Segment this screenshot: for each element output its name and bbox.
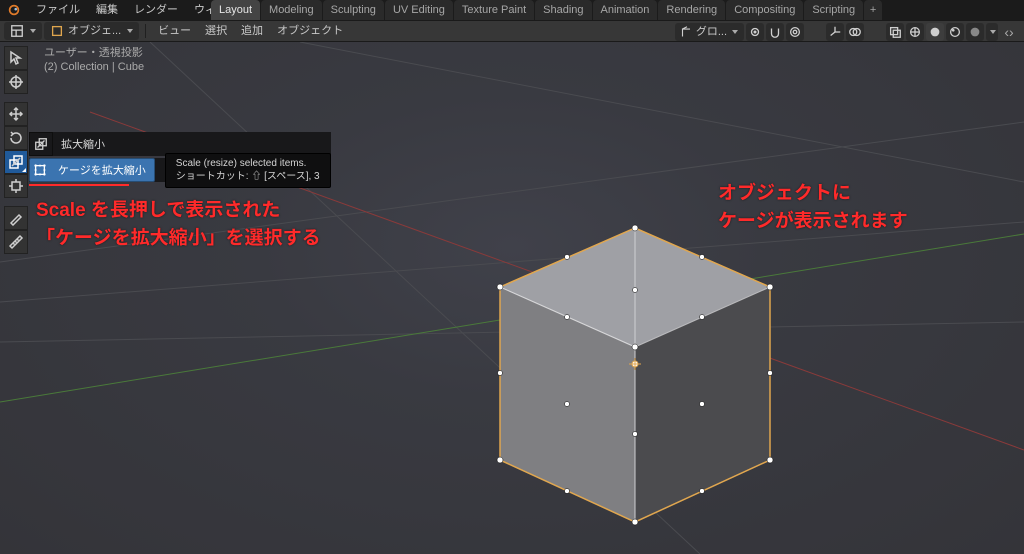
tab-modeling[interactable]: Modeling: [261, 0, 322, 20]
editor-type-dropdown[interactable]: [4, 22, 42, 40]
shading-matprev-icon[interactable]: [946, 23, 964, 41]
shading-options-dropdown[interactable]: [986, 23, 998, 41]
menu-edit[interactable]: 編集: [88, 0, 126, 20]
tab-sculpting[interactable]: Sculpting: [323, 0, 384, 20]
tool-move[interactable]: [4, 102, 28, 126]
tool-transform[interactable]: [4, 174, 28, 198]
tab-rendering[interactable]: Rendering: [658, 0, 725, 20]
header-menu-view[interactable]: ビュー: [152, 22, 197, 40]
header-menu-object[interactable]: オブジェクト: [271, 22, 349, 40]
pivot-dropdown-icon[interactable]: [746, 23, 764, 41]
blender-logo-icon: [6, 2, 22, 18]
annotation-left-line2: 「ケージを拡大縮小」を選択する: [36, 225, 321, 253]
editor-header: オブジェ... ビュー 選択 追加 オブジェクト グロ...: [0, 20, 1024, 42]
menu-file[interactable]: ファイル: [28, 0, 88, 20]
gizmo-toggle-icon[interactable]: [826, 23, 844, 41]
tool-select-box[interactable]: [4, 46, 28, 70]
tab-animation[interactable]: Animation: [593, 0, 658, 20]
submenu-item-scale-label: 拡大縮小: [53, 136, 115, 152]
workspace-tabs: Layout Modeling Sculpting UV Editing Tex…: [211, 0, 883, 20]
overlay-toggle-icon[interactable]: [846, 23, 864, 41]
tab-texture-paint[interactable]: Texture Paint: [454, 0, 534, 20]
mode-dropdown[interactable]: オブジェ...: [44, 22, 139, 40]
scene-cube: [497, 225, 773, 525]
shading-rendered-icon[interactable]: [966, 23, 984, 41]
tooltip-title: Scale (resize) selected items.: [176, 157, 320, 170]
header-menu-select[interactable]: 選択: [199, 22, 233, 40]
shading-solid-icon[interactable]: [926, 23, 944, 41]
tab-compositing[interactable]: Compositing: [726, 0, 803, 20]
annotation-right-line2: ケージが表示されます: [718, 208, 908, 236]
tab-shading[interactable]: Shading: [535, 0, 591, 20]
shading-wire-icon[interactable]: [906, 23, 924, 41]
tool-scale[interactable]: [4, 150, 28, 174]
viewport-info-line2: (2) Collection | Cube: [44, 60, 144, 74]
viewport-3d[interactable]: ユーザー・透視投影 (2) Collection | Cube: [0, 42, 1024, 554]
tooltip: Scale (resize) selected items. ショートカット: …: [165, 153, 331, 188]
tool-rotate[interactable]: [4, 126, 28, 150]
tool-measure[interactable]: [4, 230, 28, 254]
proportional-icon[interactable]: [786, 23, 804, 41]
tooltip-shortcut: ショートカット: ⇧ [スペース], 3: [176, 170, 320, 183]
separator: [145, 24, 146, 38]
annotation-left: Scale を長押しで表示された 「ケージを拡大縮小」を選択する: [36, 197, 321, 253]
annotation-right: オブジェクトに ケージが表示されます: [718, 180, 908, 236]
submenu-item-scale-cage-label: ケージを拡大縮小: [50, 162, 154, 178]
scale-cage-icon: [30, 158, 50, 182]
viewport-scene: [0, 42, 1024, 554]
tab-add[interactable]: +: [864, 0, 882, 20]
header-menu-add[interactable]: 追加: [235, 22, 269, 40]
viewport-info: ユーザー・透視投影 (2) Collection | Cube: [44, 46, 144, 74]
annotation-underline: [29, 184, 129, 186]
separator: [806, 23, 824, 41]
tool-annotate[interactable]: [4, 206, 28, 230]
toolbox: [4, 46, 28, 254]
scale-icon: [29, 132, 53, 156]
annotation-left-line1: Scale を長押しで表示された: [36, 197, 321, 225]
xray-toggle-icon[interactable]: [886, 23, 904, 41]
header-right-controls: グロ...: [675, 21, 1018, 43]
region-toggle-icon[interactable]: [1000, 23, 1018, 41]
snap-dropdown-icon[interactable]: [766, 23, 784, 41]
tab-layout[interactable]: Layout: [211, 0, 260, 20]
orientation-label: グロ...: [696, 23, 727, 41]
orientation-dropdown[interactable]: グロ...: [675, 23, 744, 41]
viewport-info-line1: ユーザー・透視投影: [44, 46, 144, 60]
tab-scripting[interactable]: Scripting: [804, 0, 863, 20]
menu-render[interactable]: レンダー: [126, 0, 186, 20]
tool-scale-submenu: 拡大縮小 ケージを拡大縮小 Scale (resize) selected it…: [29, 132, 331, 186]
annotation-right-line1: オブジェクトに: [718, 180, 908, 208]
mode-label: オブジェ...: [68, 22, 121, 40]
tab-uv-editing[interactable]: UV Editing: [385, 0, 453, 20]
submenu-item-scale-cage[interactable]: ケージを拡大縮小 Scale (resize) selected items. …: [29, 158, 331, 182]
tool-cursor[interactable]: [4, 70, 28, 94]
separator: [866, 23, 884, 41]
